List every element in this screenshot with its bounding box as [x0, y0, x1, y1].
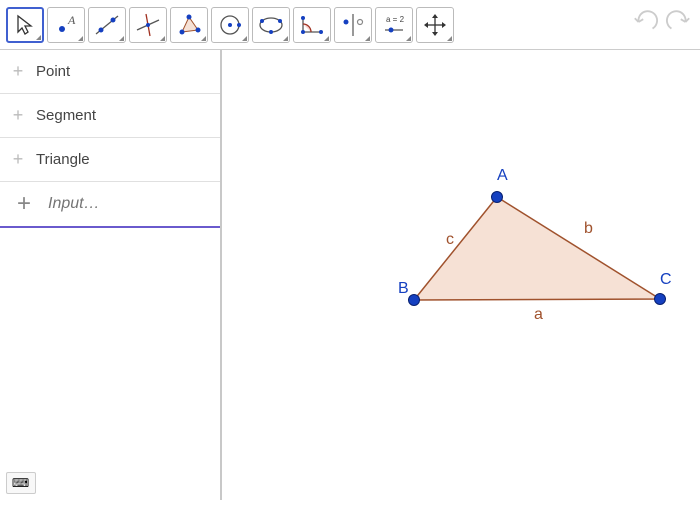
perpendicular-tool[interactable] — [129, 7, 167, 43]
object-label: Segment — [36, 107, 96, 124]
chevron-down-icon — [324, 36, 329, 41]
point-B[interactable] — [409, 295, 420, 306]
chevron-down-icon — [201, 36, 206, 41]
conic-tool[interactable] — [252, 7, 290, 43]
line-tool[interactable] — [88, 7, 126, 43]
chevron-down-icon — [447, 36, 452, 41]
slider-tool[interactable]: a = 2 — [375, 7, 413, 43]
circle-tool[interactable] — [211, 7, 249, 43]
object-row-point[interactable]: + Point — [0, 50, 220, 94]
triangle[interactable] — [414, 197, 660, 300]
object-row-triangle[interactable]: + Triangle — [0, 138, 220, 182]
point-A[interactable] — [492, 192, 503, 203]
algebra-input[interactable] — [48, 195, 188, 213]
object-row-segment[interactable]: + Segment — [0, 94, 220, 138]
chevron-down-icon — [36, 35, 41, 40]
edge-label-a: a — [534, 306, 543, 323]
chevron-down-icon — [160, 36, 165, 41]
point-label-C: C — [660, 271, 672, 288]
keyboard-button[interactable]: ⌨ — [6, 472, 36, 494]
angle-tool[interactable] — [293, 7, 331, 43]
edge-label-b: b — [584, 220, 593, 237]
move-tool[interactable] — [6, 7, 44, 43]
point-C[interactable] — [655, 294, 666, 305]
chevron-down-icon — [406, 36, 411, 41]
chevron-down-icon — [283, 36, 288, 41]
chevron-down-icon — [78, 36, 83, 41]
reflect-tool[interactable] — [334, 7, 372, 43]
graphics-view[interactable]: A B Ca b c — [222, 50, 700, 500]
object-label: Triangle — [36, 151, 90, 168]
toolbar: A a = 2 — [0, 0, 700, 50]
input-row: + — [0, 182, 220, 228]
move-view-tool[interactable] — [416, 7, 454, 43]
point-tool[interactable]: A — [47, 7, 85, 43]
point-label-B: B — [398, 280, 409, 297]
main-area: + Point + Segment + Triangle + ⌨ A B Ca b c — [0, 50, 700, 500]
polygon-tool[interactable] — [170, 7, 208, 43]
svg-text:a = 2: a = 2 — [386, 15, 405, 24]
expand-icon[interactable]: + — [8, 106, 28, 126]
redo-button[interactable] — [664, 8, 692, 36]
edge-label-c: c — [446, 231, 454, 248]
object-label: Point — [36, 63, 70, 80]
expand-icon[interactable]: + — [8, 150, 28, 170]
svg-text:A: A — [67, 13, 76, 27]
chevron-down-icon — [365, 36, 370, 41]
algebra-view: + Point + Segment + Triangle + ⌨ — [0, 50, 222, 500]
chevron-down-icon — [119, 36, 124, 41]
undo-button[interactable] — [632, 8, 660, 36]
expand-icon[interactable]: + — [8, 62, 28, 82]
chevron-down-icon — [242, 36, 247, 41]
add-icon[interactable]: + — [8, 188, 40, 220]
point-label-A: A — [497, 167, 508, 184]
